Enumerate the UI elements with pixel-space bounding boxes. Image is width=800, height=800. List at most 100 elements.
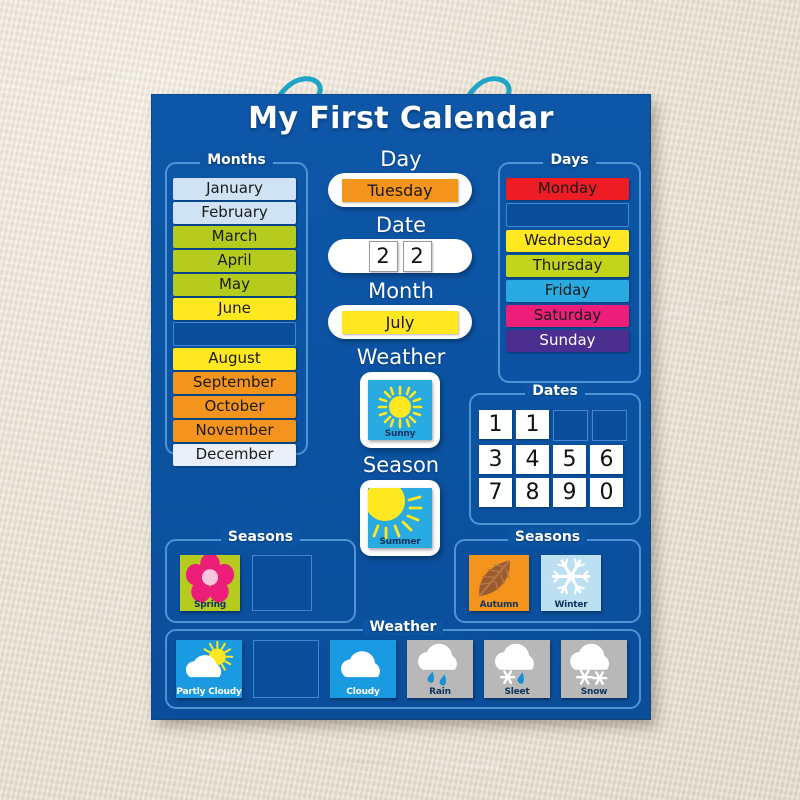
month-value-chip[interactable]: July [342, 310, 458, 334]
weather-tile-caption: Sunny [384, 429, 416, 439]
paper-crease [661, 285, 799, 318]
weather_panel-tile-caption: Sleet [504, 687, 530, 697]
weather_panel-tile-caption: Partly Cloudy [176, 687, 242, 697]
day-label: Day [380, 147, 422, 171]
paper-crease [200, 754, 500, 769]
paper-crease [43, 601, 127, 641]
day-chip-thursday[interactable]: Thursday [506, 255, 629, 277]
season-value-slot[interactable]: Summer [360, 480, 440, 556]
month-value-slot[interactable]: July [328, 305, 472, 339]
weather_panel-tile-sunny[interactable] [253, 640, 319, 698]
date-label: Date [375, 213, 427, 237]
month-chip-december[interactable]: December [173, 444, 296, 466]
seasons_right_panel-tile-winter[interactable]: Winter [541, 555, 601, 611]
month-chip-september[interactable]: September [173, 372, 296, 394]
rain-cloud-icon [418, 643, 457, 686]
seasons_right_panel-tile-autumn[interactable]: Autumn [469, 555, 529, 611]
seasons-left-list: Spring [180, 555, 312, 611]
day-chip-sunday[interactable]: Sunday [506, 330, 629, 352]
month-chip-march[interactable]: March [173, 226, 296, 248]
weather-label: Weather [356, 345, 446, 369]
weather_panel-tile-partly-cloudy[interactable]: Partly Cloudy [176, 640, 242, 698]
season-tile-summer[interactable]: Summer [368, 488, 432, 548]
sun-behind-cloud-icon [185, 640, 234, 678]
weather_panel-tile-sleet[interactable]: Sleet [484, 640, 550, 698]
seasons-left-panel-title-text: Seasons [220, 529, 301, 545]
date-digit-0[interactable]: 2 [368, 240, 398, 272]
days-list: Monday Tuesday Wednesday Thursday Friday Satu… [506, 178, 629, 355]
dates-panel: Dates 112234567890 [469, 383, 641, 525]
dates-row: 3456 [479, 445, 627, 474]
dates-row: 7890 [479, 478, 627, 507]
date-cell-1-0[interactable]: 3 [479, 445, 512, 474]
seasons_left_panel-tile-caption: Spring [193, 600, 227, 610]
date-cell-2-0[interactable]: 7 [479, 478, 512, 507]
weather-value-slot[interactable]: Sunny [360, 372, 440, 448]
weather_panel-tile-cloudy[interactable]: Cloudy [330, 640, 396, 698]
date-digits[interactable]: 22 [368, 240, 432, 272]
month-chip-april[interactable]: April [173, 250, 296, 272]
paper-crease [10, 161, 130, 181]
day-value-chip[interactable]: Tuesday [342, 178, 458, 202]
weather_panel-tile-snow[interactable]: Snow [561, 640, 627, 698]
months-list: JanuaryFebruaryMarchAprilMayJuneJulyAugu… [173, 178, 296, 468]
weather_panel-tile-caption: Cloudy [346, 687, 380, 697]
seasons-right-panel: Seasons Autumn Winter [454, 529, 641, 623]
months-panel-title-text: Months [200, 152, 273, 168]
day-chip-monday[interactable]: Monday [506, 178, 629, 200]
date-cell-0-3[interactable]: 2 [592, 410, 627, 441]
months-panel-title: Months [167, 152, 306, 168]
date-digit-1[interactable]: 2 [402, 240, 432, 272]
dates-panel-title-text: Dates [525, 383, 585, 399]
season-label: Season [362, 453, 440, 477]
dates-panel-title: Dates [471, 383, 639, 399]
weather-panel-title-text: Weather [362, 619, 444, 635]
day-value-slot[interactable]: Tuesday [328, 173, 472, 207]
date-cell-2-2[interactable]: 9 [553, 478, 586, 507]
month-chip-may[interactable]: May [173, 274, 296, 296]
date-cell-0-1[interactable]: 1 [516, 410, 549, 439]
date-cell-1-2[interactable]: 5 [553, 445, 586, 474]
seasons_left_panel-tile-spring[interactable]: Spring [180, 555, 240, 611]
seasons_left_panel-tile-summer[interactable] [252, 555, 312, 611]
date-cell-2-1[interactable]: 8 [516, 478, 549, 507]
weather-tile-sunny[interactable]: Sunny [368, 380, 432, 440]
dates-grid: 112234567890 [479, 410, 627, 511]
flower-icon [185, 555, 235, 603]
date-cell-0-2[interactable]: 2 [553, 410, 588, 441]
seasons-left-panel-title: Seasons [167, 529, 354, 545]
months-panel: Months JanuaryFebruaryMarchAprilMayJuneJ… [165, 152, 308, 466]
weather-panel: Weather Partly Cloudy Cloudy Rain Sleet Snow [165, 619, 641, 709]
seasons-right-panel-title: Seasons [456, 529, 639, 545]
weather-list: Partly Cloudy Cloudy Rain Sleet Snow [176, 640, 627, 698]
days-panel-title-text: Days [543, 152, 596, 168]
date-cell-1-1[interactable]: 4 [516, 445, 549, 474]
sleet-cloud-icon [495, 643, 534, 684]
days-panel: Days Monday Tuesday Wednesday Thursday Frida… [498, 152, 641, 383]
seasons_right_panel-tile-caption: Autumn [479, 600, 519, 610]
weather_panel-tile-caption: Snow [580, 687, 608, 697]
month-chip-august[interactable]: August [173, 348, 296, 370]
date-cell-2-3[interactable]: 0 [590, 478, 623, 507]
seasons-right-list: Autumn Winter [469, 555, 601, 611]
days-panel-title: Days [500, 152, 639, 168]
month-chip-june[interactable]: June [173, 298, 296, 320]
month-label: Month [368, 279, 434, 303]
day-chip-tuesday[interactable]: Tuesday [506, 203, 629, 227]
month-chip-february[interactable]: February [173, 202, 296, 224]
season-tile-caption: Summer [379, 537, 421, 547]
snowflake-icon [551, 558, 591, 595]
cloud-icon [341, 651, 380, 678]
month-chip-january[interactable]: January [173, 178, 296, 200]
weather_panel-tile-caption: Rain [429, 687, 451, 697]
weather_panel-tile-rain[interactable]: Rain [407, 640, 473, 698]
date-value-slot[interactable]: 22 [328, 239, 472, 273]
day-chip-saturday[interactable]: Saturday [506, 305, 629, 327]
month-chip-july[interactable]: July [173, 322, 296, 346]
date-cell-0-0[interactable]: 1 [479, 410, 512, 439]
date-cell-1-3[interactable]: 6 [590, 445, 623, 474]
day-chip-wednesday[interactable]: Wednesday [506, 230, 629, 252]
month-chip-october[interactable]: October [173, 396, 296, 418]
month-chip-november[interactable]: November [173, 420, 296, 442]
day-chip-friday[interactable]: Friday [506, 280, 629, 302]
